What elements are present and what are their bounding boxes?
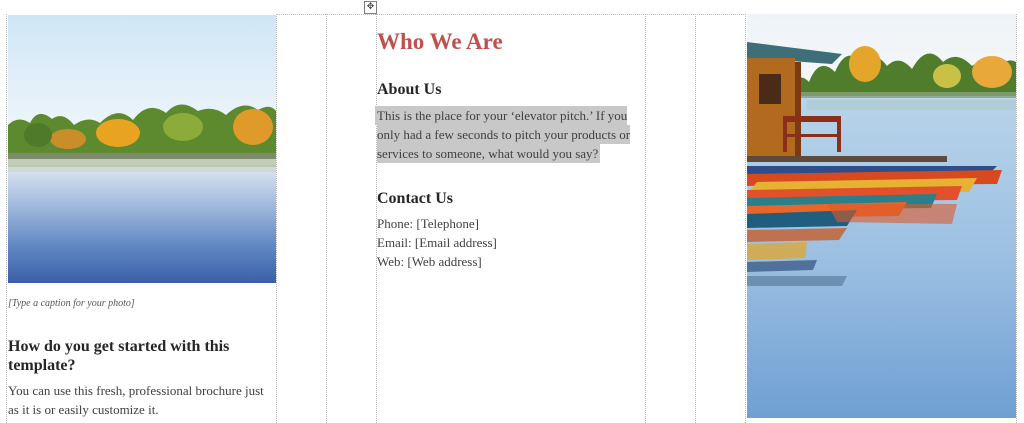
contact-block: Phone: [Telephone] Email: [Email address… xyxy=(377,214,645,271)
table-top-border xyxy=(276,14,746,15)
table-gridline xyxy=(745,14,746,423)
about-heading[interactable]: About Us xyxy=(377,80,441,99)
table-gridline xyxy=(645,14,646,423)
table-gridline xyxy=(1016,14,1017,423)
contact-heading[interactable]: Contact Us xyxy=(377,189,453,208)
contact-phone[interactable]: Phone: [Telephone] xyxy=(377,214,645,233)
about-text[interactable]: This is the place for your ‘elevator pit… xyxy=(377,106,645,163)
table-gridline xyxy=(326,14,327,423)
brochure-page: ✥ [Type a caption for your photo] How do… xyxy=(0,0,1024,423)
lake-photo[interactable] xyxy=(8,15,276,283)
table-gridline xyxy=(695,14,696,423)
photo-caption[interactable]: [Type a caption for your photo] xyxy=(8,298,135,309)
left-heading[interactable]: How do you get started with this templat… xyxy=(8,337,270,375)
table-gridline xyxy=(6,14,7,423)
contact-email[interactable]: Email: [Email address] xyxy=(377,233,645,252)
page-title[interactable]: Who We Are xyxy=(377,29,503,55)
move-handle-icon[interactable]: ✥ xyxy=(364,1,377,14)
selected-text-highlight[interactable]: This is the place for your ‘elevator pit… xyxy=(377,108,631,161)
table-gridline xyxy=(276,14,277,423)
contact-web[interactable]: Web: [Web address] xyxy=(377,252,645,271)
boats-photo[interactable] xyxy=(747,14,1016,418)
left-body-text[interactable]: You can use this fresh, professional bro… xyxy=(8,381,270,419)
